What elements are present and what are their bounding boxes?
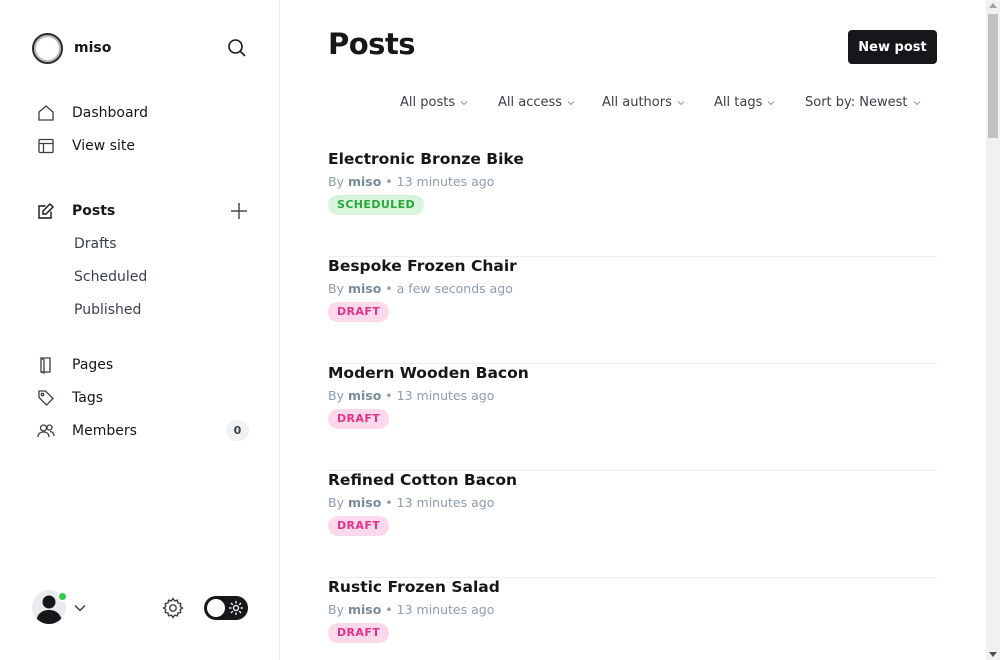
post-meta: By miso • 13 minutes ago — [328, 495, 495, 510]
status-badge: DRAFT — [328, 409, 390, 429]
new-post-button[interactable]: New post — [848, 30, 937, 64]
post-meta: By miso • a few seconds ago — [328, 281, 513, 296]
post-title: Bespoke Frozen Chair — [328, 257, 517, 275]
nav-dashboard[interactable]: Dashboard — [36, 101, 148, 125]
filter-type-label: All posts — [400, 95, 456, 110]
post-list-item[interactable]: Refined Cotton Bacon By miso • 13 minute… — [328, 471, 937, 578]
filter-tags-label: All tags — [714, 95, 763, 110]
post-author: miso — [347, 388, 382, 403]
theme-toggle[interactable] — [204, 596, 248, 620]
chevron-down-icon[interactable] — [73, 600, 87, 614]
nav-view-site-label: View site — [72, 138, 135, 154]
scrollbar[interactable] — [986, 0, 1000, 660]
nav-tags[interactable]: Tags — [36, 386, 103, 410]
scroll-up-arrow[interactable] — [989, 3, 997, 8]
toggle-knob — [207, 599, 225, 617]
nav-posts-label: Posts — [72, 203, 116, 219]
post-author: miso — [347, 495, 382, 510]
status-badge: DRAFT — [328, 516, 390, 536]
nav-posts[interactable]: Posts — [36, 199, 115, 223]
post-list-item[interactable]: Modern Wooden Bacon By miso • 13 minutes… — [328, 364, 937, 471]
site-name: miso — [74, 40, 112, 56]
nav-members[interactable]: Members — [36, 419, 137, 443]
nav-view-site[interactable]: View site — [36, 134, 135, 158]
layout-icon — [36, 136, 56, 156]
filter-authors-label: All authors — [602, 95, 672, 110]
gear-icon[interactable] — [161, 596, 185, 620]
scroll-down-arrow[interactable] — [989, 652, 997, 657]
status-badge: DRAFT — [328, 623, 390, 643]
post-time: a few seconds ago — [396, 281, 513, 296]
nav-published[interactable]: Published — [74, 300, 141, 320]
filter-tags[interactable]: All tags — [714, 95, 775, 110]
post-title: Rustic Frozen Salad — [328, 578, 500, 596]
chevron-down-icon — [567, 100, 575, 105]
post-list-item[interactable]: Electronic Bronze Bike By miso • 13 minu… — [328, 150, 937, 257]
post-title: Electronic Bronze Bike — [328, 150, 524, 168]
edit-icon — [36, 201, 56, 221]
post-meta: By miso • 13 minutes ago — [328, 174, 495, 189]
members-icon — [36, 421, 56, 441]
post-list-item[interactable]: Bespoke Frozen Chair By miso • a few sec… — [328, 257, 937, 364]
nav-tags-label: Tags — [72, 390, 103, 406]
nav-scheduled[interactable]: Scheduled — [74, 267, 147, 287]
scrollbar-thumb[interactable] — [988, 14, 998, 138]
nav-members-label: Members — [72, 423, 137, 439]
chevron-down-icon — [460, 100, 468, 105]
post-author: miso — [347, 281, 382, 296]
post-time: 13 minutes ago — [396, 388, 495, 403]
site-brand[interactable]: miso — [32, 32, 111, 64]
nav-pages[interactable]: Pages — [36, 353, 113, 377]
post-author: miso — [347, 602, 382, 617]
post-list-item[interactable]: Rustic Frozen Salad By miso • 13 minutes… — [328, 578, 937, 660]
tag-icon — [36, 388, 56, 408]
sidebar: miso Dashboard View site Posts Drafts Sc… — [0, 0, 280, 660]
post-time: 13 minutes ago — [396, 495, 495, 510]
search-icon[interactable] — [226, 37, 248, 59]
nav-drafts[interactable]: Drafts — [74, 234, 117, 254]
post-author: miso — [347, 174, 382, 189]
chevron-down-icon — [677, 100, 685, 105]
sun-icon — [228, 600, 244, 616]
filter-access-label: All access — [498, 95, 563, 110]
status-badge: DRAFT — [328, 302, 390, 322]
plus-icon[interactable] — [228, 200, 250, 222]
main-content: Posts New post All posts All access All … — [281, 0, 986, 660]
nav-dashboard-label: Dashboard — [72, 105, 148, 121]
post-time: 13 minutes ago — [396, 174, 495, 189]
filter-access[interactable]: All access — [498, 95, 575, 110]
chevron-down-icon — [913, 100, 920, 105]
post-title: Refined Cotton Bacon — [328, 471, 518, 489]
filter-authors[interactable]: All authors — [602, 95, 685, 110]
post-meta: By miso • 13 minutes ago — [328, 602, 495, 617]
post-time: 13 minutes ago — [396, 602, 495, 617]
site-logo — [32, 32, 63, 64]
online-status-dot — [57, 591, 68, 602]
nav-pages-label: Pages — [72, 357, 114, 373]
post-meta: By miso • 13 minutes ago — [328, 388, 495, 403]
filter-type[interactable]: All posts — [400, 95, 468, 110]
status-badge: SCHEDULED — [328, 195, 425, 215]
sort-dropdown[interactable]: Sort by: Newest — [805, 95, 921, 110]
home-icon — [36, 103, 56, 123]
members-count-badge: 0 — [226, 420, 249, 441]
page-icon — [36, 355, 56, 375]
page-title: Posts — [328, 27, 416, 61]
post-title: Modern Wooden Bacon — [328, 364, 529, 382]
chevron-down-icon — [767, 100, 775, 105]
sort-label: Sort by: Newest — [805, 95, 908, 110]
